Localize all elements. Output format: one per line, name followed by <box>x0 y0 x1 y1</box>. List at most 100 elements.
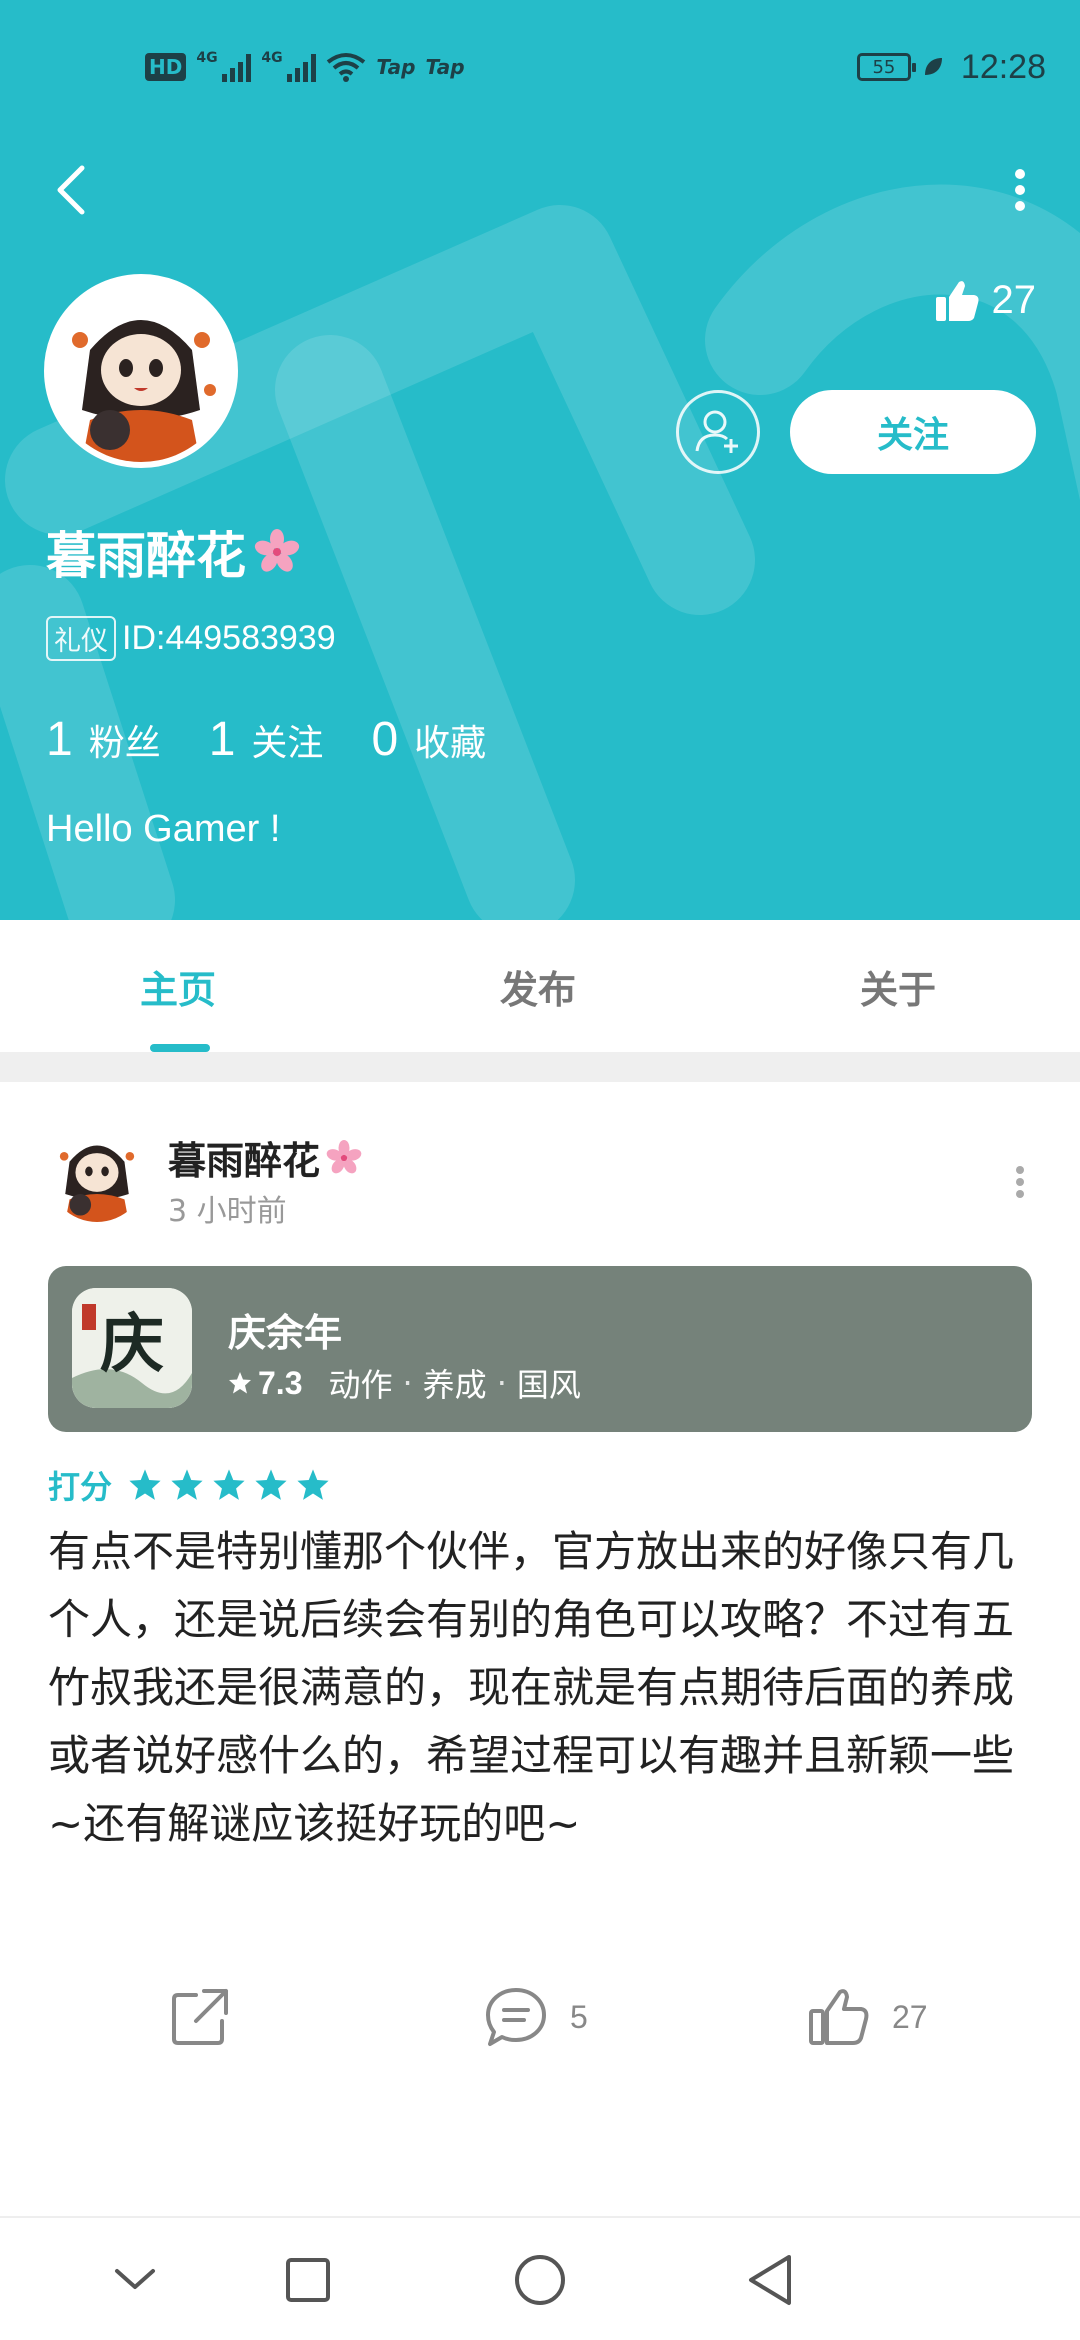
post-more-button[interactable] <box>1000 1152 1040 1212</box>
post-actions: 5 27 <box>0 1962 1080 2072</box>
game-logo-glyph: 庆 <box>100 1307 164 1382</box>
chevron-left-icon <box>57 165 85 215</box>
sim2-tag: 4G <box>261 50 283 66</box>
star-icon <box>171 1469 203 1500</box>
triangle-back-icon <box>749 2255 791 2305</box>
score-stars <box>128 1468 330 1502</box>
star-icon <box>129 1469 161 1500</box>
add-friend-button[interactable] <box>676 390 760 474</box>
game-rating: 7.3 <box>228 1365 302 1402</box>
stat-number: 1 <box>208 713 236 766</box>
profile-likes[interactable]: 27 <box>934 278 1037 323</box>
share-icon <box>172 1989 228 2045</box>
profile-id-row: 礼仪 ID:449583939 <box>46 616 336 661</box>
profile-likes-count: 27 <box>991 278 1037 322</box>
section-divider <box>0 1052 1080 1082</box>
thumbs-up-icon <box>935 280 978 321</box>
status-bar: HD 4G 4G Tap Tap 55 12:28 <box>0 0 1080 130</box>
recent-apps-button[interactable] <box>268 2240 348 2320</box>
game-logo-icon: 庆 <box>72 1288 192 1408</box>
profile-username: 暮雨醉花 <box>46 516 300 588</box>
battery-level: 55 <box>872 56 896 78</box>
star-icon <box>213 1469 245 1500</box>
game-meta: 7.3 动作 · 养成 · 国风 <box>228 1360 581 1406</box>
game-tag: 动作 <box>328 1366 393 1404</box>
status-left: HD 4G 4G Tap Tap <box>145 42 465 92</box>
sim1-tag: 4G <box>196 50 218 66</box>
follow-button[interactable]: 关注 <box>790 390 1036 474</box>
sakura-icon <box>326 1139 362 1173</box>
stat-number: 0 <box>371 713 399 766</box>
tag-separator: · <box>402 1364 413 1402</box>
like-count: 27 <box>892 1998 928 2035</box>
comment-count: 5 <box>570 1998 588 2035</box>
post-author-name: 暮雨醉花 <box>168 1139 321 1183</box>
taptap-notification-icon: Tap <box>376 55 416 79</box>
thumbs-up-icon <box>809 1989 869 2045</box>
more-options-button[interactable] <box>990 160 1050 220</box>
add-user-icon <box>695 410 738 453</box>
stat-favorites[interactable]: 0 收藏 <box>371 712 486 767</box>
hd-badge: HD <box>145 53 187 81</box>
back-button[interactable] <box>40 160 100 220</box>
tab-posts[interactable]: 发布 <box>360 920 720 1052</box>
profile-bio: Hello Gamer ! <box>46 808 281 850</box>
star-icon <box>297 1469 329 1500</box>
star-icon <box>229 1372 251 1394</box>
profile-username-text: 暮雨醉花 <box>46 527 246 585</box>
avatar-illustration-icon <box>48 1124 146 1222</box>
post-body[interactable]: 有点不是特别懂那个伙伴，官方放出来的好像只有几个人，还是说后续会有别的角色可以攻… <box>48 1518 1032 1858</box>
home-button[interactable] <box>500 2240 580 2320</box>
etiquette-badge[interactable]: 礼仪 <box>46 616 116 661</box>
profile-stats: 1 粉丝 1 关注 0 收藏 <box>46 712 486 767</box>
comment-button[interactable]: 5 <box>484 1962 588 2072</box>
stat-followers[interactable]: 1 粉丝 <box>46 712 161 767</box>
stat-label: 收藏 <box>414 723 487 764</box>
tab-about[interactable]: 关于 <box>720 920 1080 1052</box>
post-author[interactable]: 暮雨醉花 <box>168 1130 362 1185</box>
review-post: 暮雨醉花 3 小时前 庆 庆余年 7.3 动作 · 养成 · 国风 打分 有点不… <box>0 1082 1080 2216</box>
post-time: 3 小时前 <box>168 1194 287 1229</box>
signal-1-icon: 4G <box>196 50 252 82</box>
stat-number: 1 <box>46 713 73 766</box>
like-button[interactable]: 27 <box>808 1962 928 2072</box>
post-author-avatar[interactable] <box>48 1124 146 1222</box>
review-score: 打分 <box>48 1462 330 1508</box>
sakura-icon <box>254 529 300 572</box>
chevron-down-icon <box>115 2269 155 2289</box>
star-icon <box>255 1469 287 1500</box>
hide-nav-button[interactable] <box>95 2240 175 2320</box>
profile-header: HD 4G 4G Tap Tap 55 12:28 27 关注 暮雨醉花 礼仪 … <box>0 0 1080 920</box>
status-right: 55 12:28 <box>856 42 1046 92</box>
profile-id: ID:449583939 <box>122 619 336 657</box>
more-vertical-icon <box>1015 169 1025 211</box>
game-tags: 动作 · 养成 · 国风 <box>328 1360 580 1406</box>
comment-icon <box>486 1988 546 2046</box>
clock: 12:28 <box>960 47 1046 86</box>
stat-label: 粉丝 <box>88 723 161 764</box>
share-button[interactable] <box>170 1962 230 2072</box>
game-tag: 国风 <box>516 1366 581 1404</box>
system-back-button[interactable] <box>730 2240 810 2320</box>
stat-following[interactable]: 1 关注 <box>209 712 324 767</box>
tag-separator: · <box>496 1364 507 1402</box>
profile-avatar[interactable] <box>44 274 238 468</box>
tab-home[interactable]: 主页 <box>0 920 360 1052</box>
circle-icon <box>515 2255 565 2305</box>
game-rating-value: 7.3 <box>258 1364 303 1401</box>
game-card[interactable]: 庆 庆余年 7.3 动作 · 养成 · 国风 <box>48 1266 1032 1432</box>
avatar-illustration-icon <box>50 280 232 462</box>
signal-2-icon: 4G <box>261 50 317 82</box>
game-name: 庆余年 <box>228 1311 343 1355</box>
profile-tabs: 主页 发布 关于 <box>0 920 1080 1052</box>
taptap-notification-icon-2: Tap <box>425 55 465 79</box>
more-vertical-icon <box>1016 1166 1024 1198</box>
stat-label: 关注 <box>251 723 324 764</box>
game-icon: 庆 <box>72 1288 192 1408</box>
leaf-icon <box>924 58 942 75</box>
game-tag: 养成 <box>422 1366 487 1404</box>
system-nav-bar <box>0 2216 1080 2340</box>
battery-icon: 55 <box>856 53 916 81</box>
square-icon <box>286 2258 330 2302</box>
score-label: 打分 <box>48 1468 113 1506</box>
